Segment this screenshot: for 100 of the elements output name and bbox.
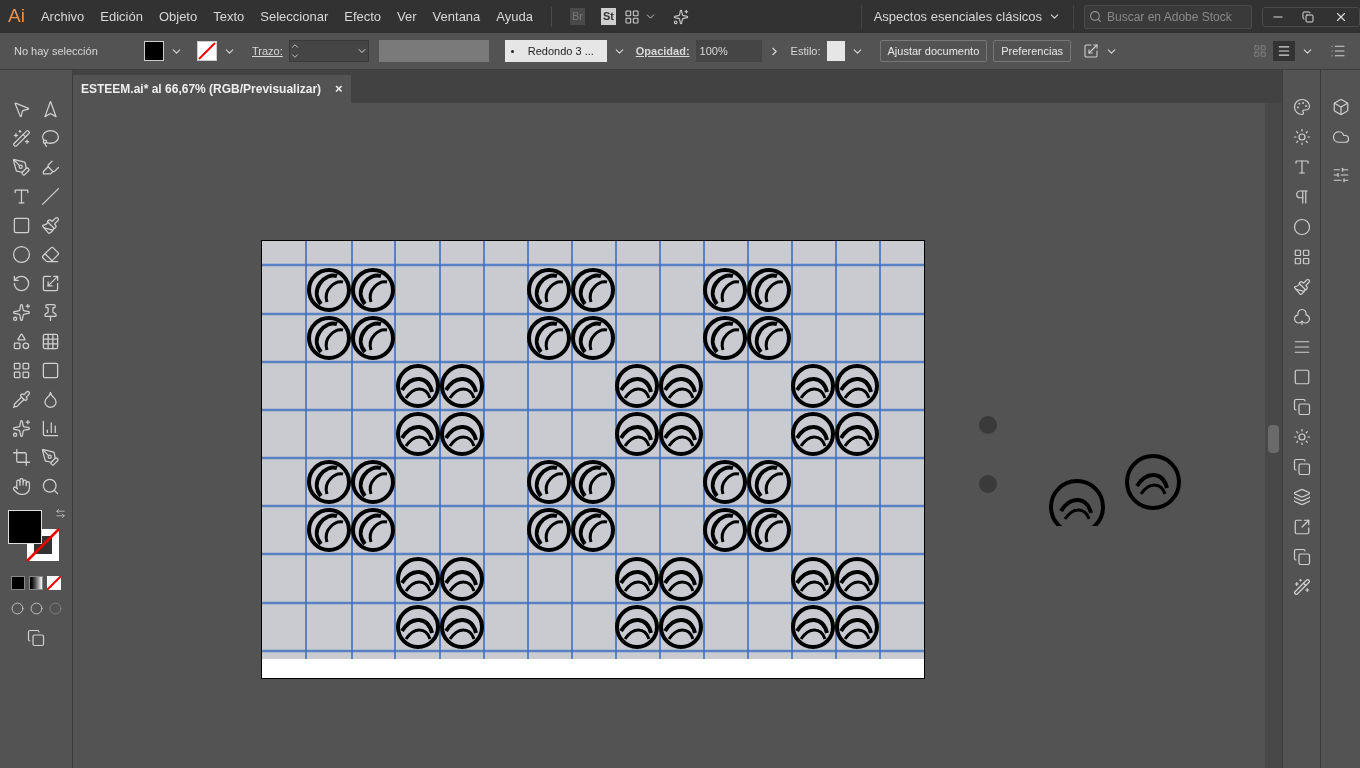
swirl-logo [791, 605, 835, 649]
swirl-logo [703, 268, 747, 312]
brush-dropdown[interactable]: Redondo 3 ... [504, 40, 607, 62]
swirl-logo [615, 605, 659, 649]
search-icon [1089, 10, 1102, 23]
swap-icon[interactable] [55, 508, 66, 519]
menu-item[interactable]: Efecto [336, 6, 390, 27]
properties-icon[interactable] [1331, 166, 1350, 184]
zoom-tool-icon[interactable] [41, 477, 60, 496]
swirl-logo [527, 460, 571, 504]
selection-tool-icon[interactable] [12, 100, 31, 119]
line-tool-icon[interactable] [41, 187, 60, 206]
menu-item[interactable]: Objeto [150, 6, 206, 27]
menu-item[interactable]: Seleccionar [252, 6, 337, 27]
swirl-logo [703, 508, 747, 552]
cloud-icon[interactable] [1331, 128, 1350, 146]
menu-item[interactable]: Texto [205, 6, 253, 27]
panel-menu-icon[interactable] [1330, 43, 1346, 59]
gradient-mode-button[interactable] [29, 576, 43, 590]
direct-selection-tool-icon[interactable] [41, 100, 60, 119]
pin-icon[interactable] [41, 303, 60, 322]
swirl-logo [396, 557, 440, 601]
color-mode-button[interactable] [11, 576, 25, 590]
hand-tool-icon[interactable] [12, 477, 31, 496]
opacity-field[interactable]: 100% [695, 40, 762, 62]
swirl-logo [571, 316, 615, 360]
stroke-label: Trazo: [252, 43, 283, 59]
document-tab[interactable]: ESTEEM.ai* al 66,67% (RGB/Previsualizar) × [73, 75, 351, 103]
swirl-logo [440, 364, 484, 408]
fill-swatch[interactable] [144, 41, 164, 61]
vertical-scrollbar[interactable] [1265, 103, 1282, 768]
swirl-logo [351, 508, 395, 552]
swirl-logo [835, 364, 879, 408]
swirl-logo [1049, 479, 1105, 526]
swirl-logo [571, 460, 615, 504]
style-swatch[interactable] [826, 41, 845, 61]
swirl-logo [527, 508, 571, 552]
lasso-icon[interactable] [41, 129, 60, 148]
swirl-logo [440, 605, 484, 649]
pen-tool-icon[interactable] [12, 158, 31, 177]
palette-icon[interactable] [1292, 98, 1311, 116]
asset-export-icon[interactable] [1292, 518, 1311, 536]
menu-item[interactable]: Ver [389, 6, 425, 27]
swirl-logo [396, 412, 440, 456]
eraser-icon[interactable] [41, 245, 60, 264]
layers-icon[interactable] [1292, 488, 1311, 506]
artboard-tool-icon[interactable] [12, 448, 31, 467]
swirl-logo [527, 268, 571, 312]
align-panel-button[interactable] [1273, 41, 1295, 61]
character-icon[interactable] [1292, 158, 1311, 176]
tab-close-button[interactable]: × [335, 79, 343, 99]
type-tool-icon[interactable] [12, 187, 31, 206]
rotate-tool-icon[interactable] [12, 274, 31, 293]
none-mode-button[interactable] [47, 576, 61, 590]
swirl-logo [351, 316, 395, 360]
menu-item[interactable]: Ventana [424, 6, 489, 27]
swirl-logo [571, 508, 615, 552]
toolbar-button[interactable]: Ajustar documento [879, 40, 988, 62]
menu-item[interactable]: Archivo [32, 6, 93, 27]
toolbar-button[interactable]: Preferencias [993, 40, 1071, 62]
workspace-switcher[interactable]: Aspectos esenciales clásicos [860, 4, 1074, 29]
swirl-logo [835, 412, 879, 456]
select-similar-icon[interactable] [1083, 43, 1099, 59]
dot [979, 475, 997, 493]
scale-tool-icon[interactable] [41, 274, 60, 293]
graph-tool-icon[interactable] [41, 419, 60, 438]
scroll-thumb[interactable] [1268, 425, 1279, 453]
app-logo: Ai [7, 4, 26, 29]
rectangle-tool-icon[interactable] [12, 216, 31, 235]
swirl-logo [440, 412, 484, 456]
swirl-logo [659, 412, 703, 456]
swirl-logo [659, 557, 703, 601]
swirl-logo [307, 316, 351, 360]
image-trace-icon[interactable] [1292, 578, 1311, 596]
style-label: Estilo: [790, 43, 821, 59]
align-icon [1277, 44, 1291, 58]
swirl-logo [835, 557, 879, 601]
dot [979, 416, 997, 434]
stroke-icon[interactable] [1292, 338, 1311, 356]
eyedropper-icon[interactable] [12, 390, 31, 409]
swirl-logo [1125, 454, 1181, 510]
stroke-none-swatch[interactable] [197, 41, 217, 61]
magic-wand-icon[interactable] [12, 129, 31, 148]
swirl-logo [615, 364, 659, 408]
swirl-logo [396, 605, 440, 649]
arrange-documents-icon[interactable] [623, 8, 640, 25]
perspective-grid-icon[interactable] [41, 332, 60, 351]
search-field[interactable]: Buscar en Adobe Stock [1084, 5, 1252, 29]
swirl-logo [659, 364, 703, 408]
swirl-logo [351, 268, 395, 312]
swirl-logo [351, 460, 395, 504]
menu-item[interactable]: Edición [92, 6, 151, 27]
fill-color-swatch[interactable] [8, 510, 42, 544]
brushes-icon[interactable] [1292, 278, 1311, 296]
swirl-logo [703, 460, 747, 504]
swirl-logo [747, 508, 791, 552]
paintbrush-icon[interactable] [41, 216, 60, 235]
swirl-logo [659, 605, 703, 649]
stock-button[interactable]: St [600, 8, 616, 25]
menu-item[interactable]: Ayuda [488, 6, 541, 27]
